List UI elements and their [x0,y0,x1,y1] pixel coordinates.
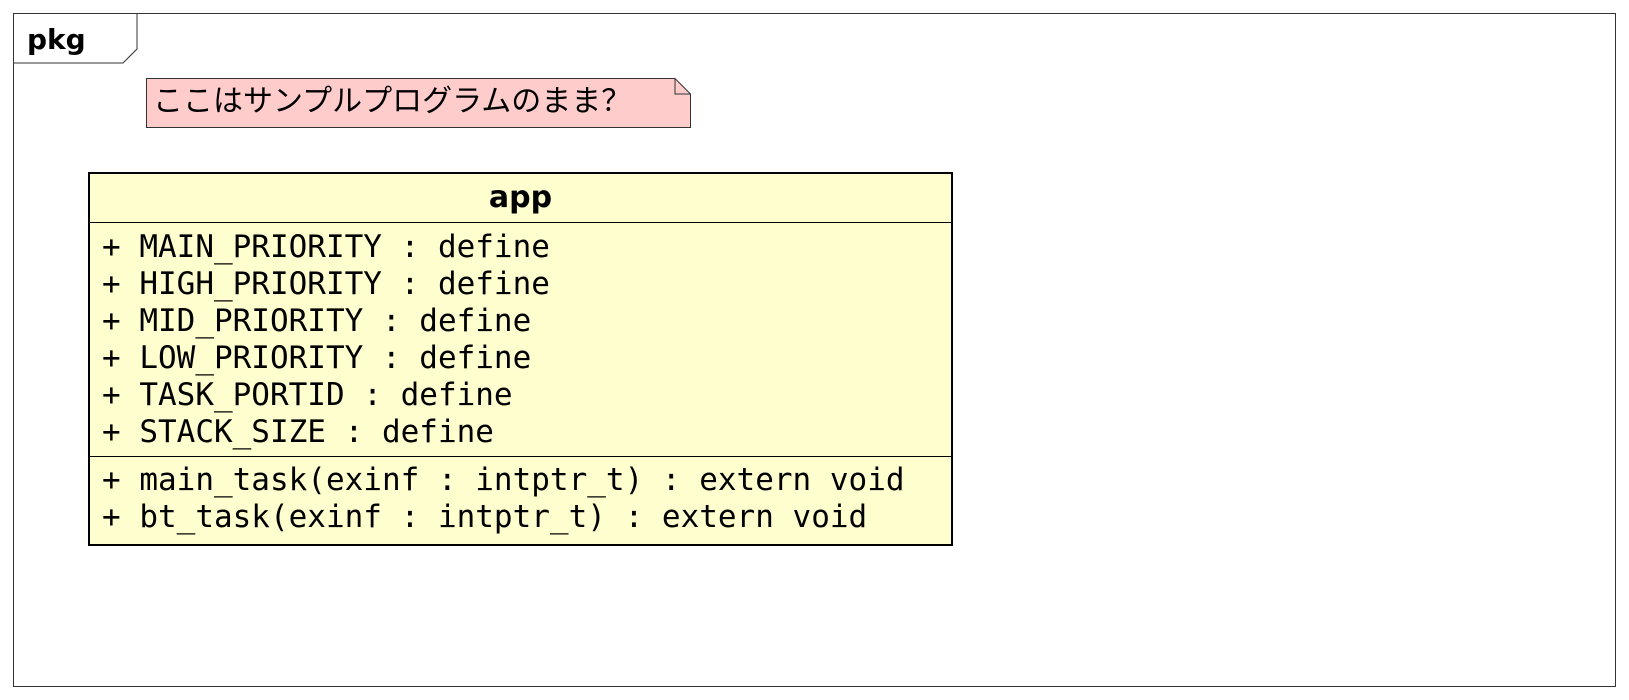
class-operations: + main_task(exinf : intptr_t) : extern v… [102,462,905,536]
attribute-task-portid: + TASK_PORTID : define [102,377,513,413]
attribute-low-priority: + LOW_PRIORITY : define [102,340,532,376]
class-name-divider [90,222,951,223]
class-name: app [488,180,553,215]
operation-main-task: + main_task(exinf : intptr_t) : extern v… [102,462,905,498]
attribute-mid-priority: + MID_PRIORITY : define [102,303,532,339]
note-text: ここはサンプルプログラムのまま？ [153,84,632,119]
class-app: app + MAIN_PRIORITY : define + HIGH_PRIO… [88,172,953,546]
package-name: pkg [27,23,86,56]
attribute-main-priority: + MAIN_PRIORITY : define [102,229,550,265]
class-attributes: + MAIN_PRIORITY : define + HIGH_PRIORITY… [102,229,550,451]
attribute-stack-size: + STACK_SIZE : define [102,414,494,450]
operation-bt-task: + bt_task(exinf : intptr_t) : extern voi… [102,499,868,535]
attribute-high-priority: + HIGH_PRIORITY : define [102,266,550,302]
class-attributes-divider [90,456,951,457]
